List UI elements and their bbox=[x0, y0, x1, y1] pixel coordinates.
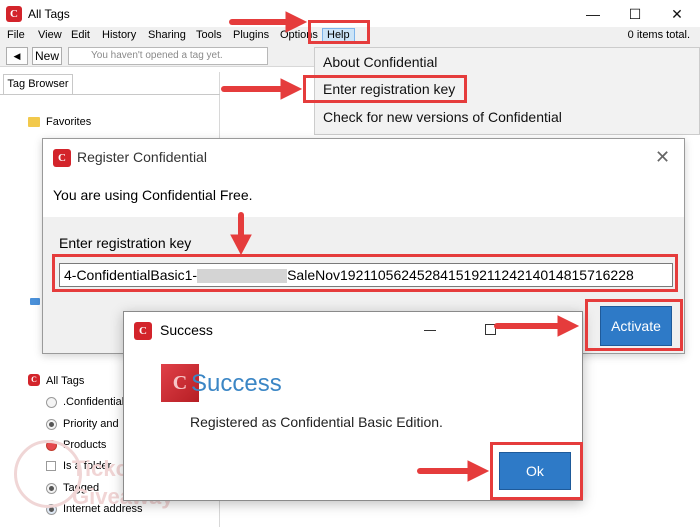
arrow-to-key-field-head bbox=[230, 234, 252, 256]
arrow-to-activate-head bbox=[557, 315, 580, 337]
arrow-to-help-head bbox=[285, 11, 308, 33]
arrow-to-enter-key-head bbox=[280, 78, 303, 100]
arrow-to-ok-head bbox=[467, 460, 490, 482]
annotation-arrows bbox=[221, 11, 580, 482]
